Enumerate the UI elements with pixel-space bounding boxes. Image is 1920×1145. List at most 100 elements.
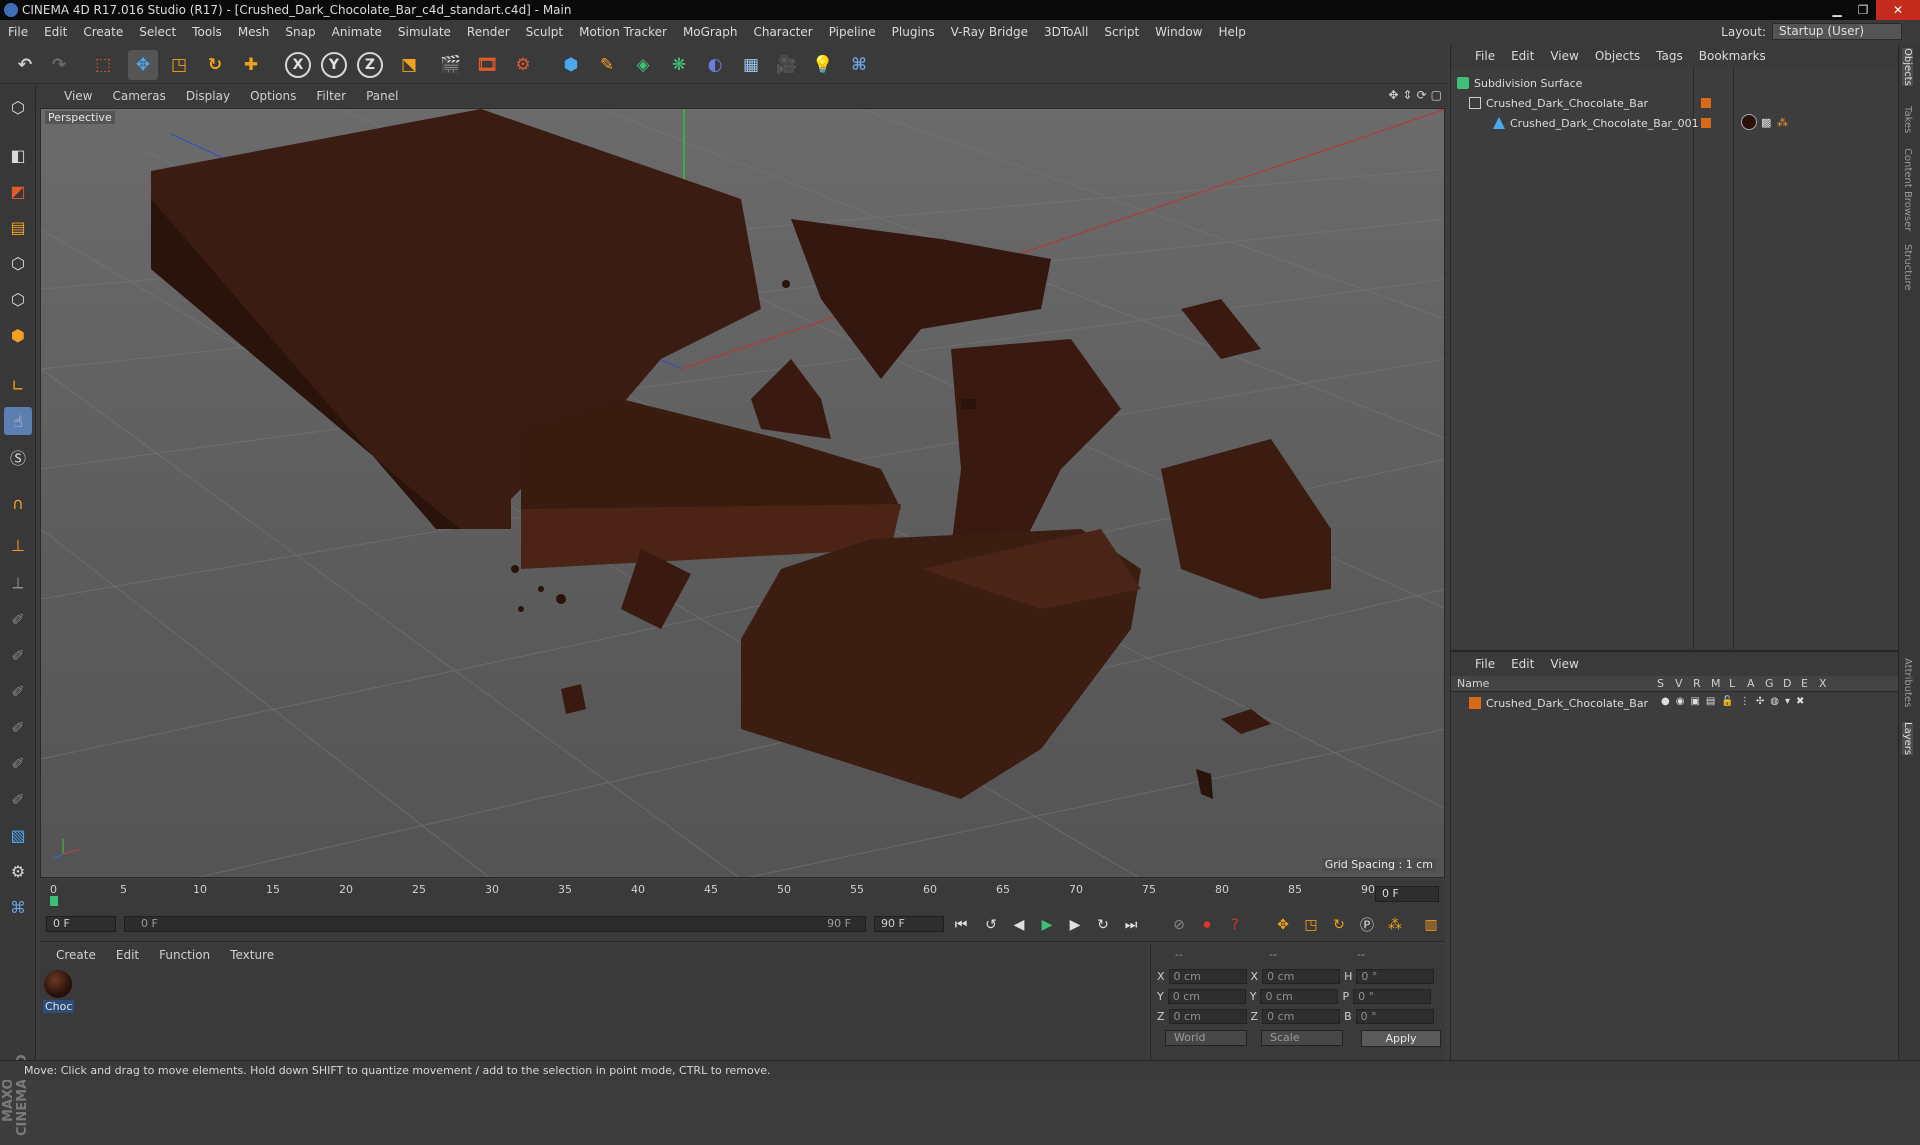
snap-icon[interactable]: Ⓢ xyxy=(4,443,32,471)
tab-objects[interactable]: Objects xyxy=(1902,48,1913,86)
menu-edit[interactable]: Edit xyxy=(36,25,75,39)
pan-view-icon[interactable]: ✥ xyxy=(1388,88,1398,102)
redo-icon[interactable]: ↷ xyxy=(44,50,74,80)
layer-color-swatch[interactable] xyxy=(1701,98,1711,108)
tab-takes[interactable]: Takes xyxy=(1902,106,1913,133)
tab-content-browser[interactable]: Content Browser xyxy=(1902,148,1913,231)
objects-menu-objects[interactable]: Objects xyxy=(1587,49,1648,63)
transform-tool-icon[interactable]: ✚ xyxy=(236,50,266,80)
layers-menu-view[interactable]: View xyxy=(1542,657,1586,671)
phong-tag-icon[interactable]: ⁂ xyxy=(1777,116,1788,129)
column-locked[interactable]: L xyxy=(1729,677,1735,690)
menu-character[interactable]: Character xyxy=(745,25,820,39)
objects-menu-edit[interactable]: Edit xyxy=(1503,49,1542,63)
menu-mograph[interactable]: MoGraph xyxy=(675,25,746,39)
texture-mode-icon[interactable]: ◩ xyxy=(4,177,32,205)
column-animation[interactable]: A xyxy=(1747,677,1755,690)
brush-s-icon[interactable]: ✐ xyxy=(4,677,32,705)
size-mode-dropdown[interactable]: Scale xyxy=(1261,1030,1343,1046)
objects-menu-bookmarks[interactable]: Bookmarks xyxy=(1691,49,1774,63)
previous-key-icon[interactable]: ↺ xyxy=(980,914,1002,936)
start-frame-field[interactable]: 0 F xyxy=(46,916,116,932)
lock-toggle-icon[interactable]: 🔓 xyxy=(1721,696,1733,707)
keyframe-selection-icon[interactable]: ? xyxy=(1224,914,1246,936)
key-position-icon[interactable]: ✥ xyxy=(1272,914,1294,936)
frame-range-slider[interactable]: 0 F 90 F xyxy=(124,916,866,932)
apply-button[interactable]: Apply xyxy=(1361,1030,1441,1047)
size-x-field[interactable]: 0 cm xyxy=(1262,968,1341,984)
python-script-icon[interactable]: ⌘ xyxy=(844,50,874,80)
material-menu-texture[interactable]: Texture xyxy=(220,948,284,962)
subdivision-generator-icon[interactable]: ◈ xyxy=(628,50,658,80)
magnet-icon[interactable]: ∩ xyxy=(4,489,32,517)
viewport-menu-options[interactable]: Options xyxy=(240,89,306,103)
workplane-mode-icon[interactable]: ▤ xyxy=(4,213,32,241)
layers-menu-edit[interactable]: Edit xyxy=(1503,657,1542,671)
layer-color-swatch[interactable] xyxy=(1701,118,1711,128)
live-selection-icon[interactable]: ⬚ xyxy=(88,50,118,80)
key-pla-icon[interactable]: ⁂ xyxy=(1384,914,1406,936)
coordinate-space-dropdown[interactable]: World xyxy=(1165,1030,1247,1046)
objects-menu-file[interactable]: File xyxy=(1467,49,1503,63)
render-picture-viewer-icon[interactable]: 🎞 xyxy=(472,50,502,80)
undo-icon[interactable]: ↶ xyxy=(10,50,40,80)
lock-workplane-icon[interactable]: ▧ xyxy=(4,821,32,849)
rotation-h-field[interactable]: 0 ° xyxy=(1356,968,1435,984)
material-menu-edit[interactable]: Edit xyxy=(106,948,149,962)
x-axis-lock-icon[interactable]: X xyxy=(285,52,311,78)
spline-pen-icon[interactable]: ✎ xyxy=(592,50,622,80)
object-row-subdivision-surface[interactable]: Subdivision Surface xyxy=(1457,74,1582,92)
column-manager[interactable]: M xyxy=(1711,677,1721,690)
rotation-p-field[interactable]: 0 ° xyxy=(1353,988,1432,1004)
texture-tag-icon[interactable]: ▩ xyxy=(1761,116,1771,129)
model-mode-icon[interactable]: ◧ xyxy=(4,141,32,169)
menu-script[interactable]: Script xyxy=(1096,25,1147,39)
previous-frame-icon[interactable]: ◀ xyxy=(1008,914,1030,936)
material-name-label[interactable]: Choc xyxy=(43,1000,75,1013)
perspective-viewport[interactable]: Perspective Grid Spacing : 1 cm xyxy=(40,108,1445,878)
end-frame-field[interactable]: 90 F xyxy=(874,916,944,932)
minimize-icon[interactable]: ▁ xyxy=(1824,0,1850,20)
camera-icon[interactable]: 🎥 xyxy=(772,50,802,80)
coordinate-system-icon[interactable]: ⬔ xyxy=(394,50,424,80)
menu-sculpt[interactable]: Sculpt xyxy=(518,25,571,39)
viewport-menu-cameras[interactable]: Cameras xyxy=(102,89,175,103)
rotation-b-field[interactable]: 0 ° xyxy=(1355,1008,1434,1024)
autokey-icon[interactable]: ⏺ xyxy=(1196,914,1218,936)
deformer-icon[interactable]: ◐ xyxy=(700,50,730,80)
column-solo[interactable]: S xyxy=(1657,677,1664,690)
record-keys-icon[interactable]: ⊘ xyxy=(1168,914,1190,936)
y-axis-lock-icon[interactable]: Y xyxy=(321,52,347,78)
rotate-view-icon[interactable]: ⟳ xyxy=(1417,88,1427,102)
timeline-window-icon[interactable]: ▥ xyxy=(1420,914,1442,936)
polygons-mode-icon[interactable]: ⬢ xyxy=(4,321,32,349)
viewport-menu-view[interactable]: View xyxy=(36,89,102,103)
menu-mesh[interactable]: Mesh xyxy=(230,25,278,39)
menu-plugins[interactable]: Plugins xyxy=(884,25,943,39)
light-icon[interactable]: 💡 xyxy=(808,50,838,80)
size-y-field[interactable]: 0 cm xyxy=(1260,988,1339,1004)
menu-motion-tracker[interactable]: Motion Tracker xyxy=(571,25,675,39)
menu-snap[interactable]: Snap xyxy=(277,25,323,39)
mograph-cloner-icon[interactable]: ❋ xyxy=(664,50,694,80)
column-expressions[interactable]: E xyxy=(1801,677,1808,690)
size-z-field[interactable]: 0 cm xyxy=(1262,1008,1341,1024)
expression-toggle-icon[interactable]: ▾ xyxy=(1785,696,1790,707)
manager-toggle-icon[interactable]: ▤ xyxy=(1706,696,1715,707)
menu-simulate[interactable]: Simulate xyxy=(390,25,459,39)
floor-environment-icon[interactable]: ▦ xyxy=(736,50,766,80)
object-row-chocolate-bar-001[interactable]: Crushed_Dark_Chocolate_Bar_001 xyxy=(1493,114,1699,132)
next-frame-icon[interactable]: ▶ xyxy=(1064,914,1086,936)
generator-toggle-icon[interactable]: ✣ xyxy=(1756,696,1764,707)
next-key-icon[interactable]: ↻ xyxy=(1092,914,1114,936)
restore-icon[interactable]: ❐ xyxy=(1850,0,1876,20)
brush-r-icon[interactable]: ✐ xyxy=(4,641,32,669)
move-tool-icon[interactable]: ✥ xyxy=(128,50,158,80)
menu-help[interactable]: Help xyxy=(1210,25,1253,39)
objects-menu-tags[interactable]: Tags xyxy=(1648,49,1691,63)
zoom-view-icon[interactable]: ⇕ xyxy=(1403,88,1413,102)
layer-row[interactable]: Crushed_Dark_Chocolate_Bar xyxy=(1469,694,1648,712)
maximize-view-icon[interactable]: ▢ xyxy=(1431,88,1442,102)
render-settings-icon[interactable]: ⚙ xyxy=(508,50,538,80)
object-row-chocolate-bar[interactable]: Crushed_Dark_Chocolate_Bar xyxy=(1469,94,1648,112)
